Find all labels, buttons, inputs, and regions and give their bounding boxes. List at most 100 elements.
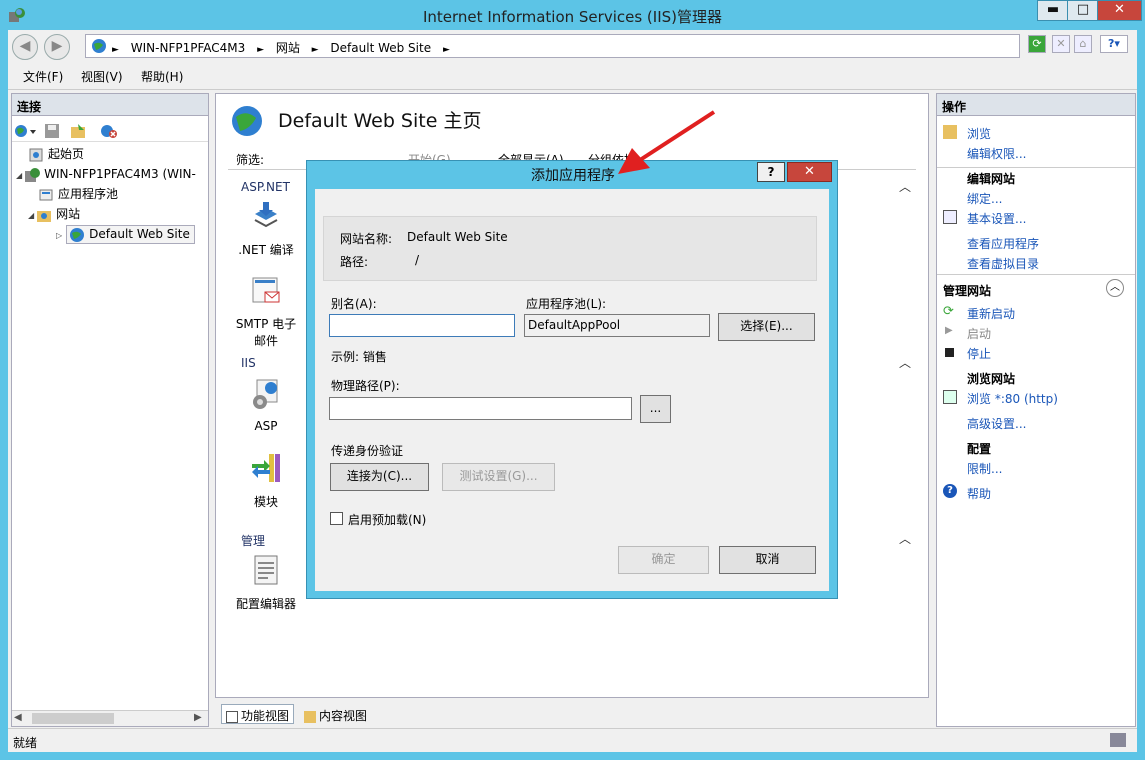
action-basic-settings[interactable]: 基本设置... [967, 210, 1026, 227]
view-tabs: 功能视图 内容视图 [215, 702, 929, 726]
address-segment-site[interactable]: Default Web Site [330, 41, 431, 55]
site-name-value: Default Web Site [407, 230, 508, 244]
action-limits[interactable]: 限制... [967, 460, 1002, 477]
tab-content-view[interactable]: 内容视图 [299, 704, 372, 724]
help-icon[interactable]: ?▾ [1100, 35, 1128, 53]
save-icon[interactable] [44, 123, 60, 139]
action-bindings[interactable]: 绑定... [967, 190, 1002, 207]
feature-net-compile[interactable]: .NET 编译 [226, 200, 306, 258]
tree-item-default-web-site[interactable]: ▷ Default Web Site [16, 224, 196, 244]
select-pool-button[interactable]: 选择(E)... [718, 313, 815, 341]
collapse-iis-icon[interactable]: ︿ [899, 354, 911, 371]
tree-hscrollbar[interactable]: ◀ ▶ [12, 710, 208, 726]
refresh-icon[interactable]: ⟳ [1028, 35, 1046, 53]
config-editor-icon [254, 555, 278, 585]
address-separator: ► [311, 45, 319, 55]
tree-label: WIN-NFP1PFAC4M3 (WIN- [44, 167, 196, 181]
scroll-right-icon[interactable]: ▶ [194, 712, 202, 723]
feature-config-editor[interactable]: 配置编辑器 [226, 554, 306, 612]
connections-header: 连接 [12, 94, 208, 116]
physical-path-input[interactable] [329, 397, 632, 420]
section-divider [937, 274, 1135, 275]
minimize-button[interactable]: ▬ [1037, 0, 1069, 21]
globe-icon [92, 39, 106, 53]
tree-item-sites[interactable]: ◢ 网站 [16, 204, 196, 224]
feature-modules[interactable]: 模块 [226, 452, 306, 510]
section-configure: 配置 [967, 442, 992, 456]
status-text: 就绪 [13, 736, 38, 750]
connect-as-button[interactable]: 连接为(C)... [330, 463, 429, 491]
asp-icon [253, 379, 278, 409]
website-globe-icon [70, 227, 85, 242]
action-view-applications[interactable]: 查看应用程序 [967, 235, 1039, 252]
feature-label: SMTP 电子 邮件 [235, 317, 297, 348]
alias-input[interactable] [329, 314, 515, 337]
content-view-icon [304, 710, 316, 723]
tree-item-app-pools[interactable]: 应用程序池 [16, 184, 196, 204]
menu-view[interactable]: 视图(V) [81, 68, 123, 85]
ok-button: 确定 [618, 546, 709, 574]
dialog-help-button[interactable]: ? [757, 162, 785, 182]
alias-label: 别名(A): [331, 297, 377, 311]
browse-folder-icon [943, 125, 957, 139]
section-browse-site: 浏览网站 [967, 372, 1016, 386]
forward-arrow-icon: ▶ [51, 38, 63, 54]
tree-item-start-page[interactable]: 起始页 [16, 144, 196, 164]
network-status-icon [1110, 733, 1126, 747]
collapse-manage-site-icon[interactable]: ︿ [1106, 279, 1124, 297]
back-button[interactable]: ◀ [12, 34, 38, 60]
menu-bar: 文件(F) 视图(V) 帮助(H) [8, 62, 1137, 90]
action-browse-80[interactable]: 浏览 *:80 (http) [967, 390, 1058, 407]
add-site-icon[interactable] [70, 123, 86, 139]
tree-label: 应用程序池 [58, 187, 119, 201]
action-edit-permissions[interactable]: 编辑权限... [967, 145, 1026, 162]
collapse-manage-icon[interactable]: ︿ [899, 530, 911, 547]
address-bar[interactable]: ► WIN-NFP1PFAC4M3 ► 网站 ► Default Web Sit… [85, 34, 1020, 58]
dialog-close-button[interactable]: ✕ [787, 162, 832, 182]
action-stop[interactable]: 停止 [967, 345, 991, 362]
server-icon [25, 167, 41, 182]
close-button[interactable]: ✕ [1097, 0, 1142, 21]
browse-path-button[interactable]: ... [640, 395, 671, 423]
connections-tree: 起始页 ◢ WIN-NFP1PFAC4M3 (WIN- 应用程序池 ◢ 网站 ▷ De… [16, 144, 196, 244]
title-bar: Internet Information Services (IIS)管理器 ▬… [0, 0, 1145, 30]
basic-settings-icon [943, 210, 957, 224]
start-page-icon [29, 148, 43, 161]
address-segment-sites[interactable]: 网站 [276, 41, 300, 55]
cancel-button[interactable]: 取消 [719, 546, 816, 574]
stop-icon[interactable]: ✕ [1052, 35, 1070, 53]
app-pool-value: DefaultAppPool [528, 318, 621, 332]
annotation-arrow [618, 110, 716, 174]
action-view-virtual-dirs[interactable]: 查看虚拟目录 [967, 255, 1039, 272]
tree-item-server[interactable]: ◢ WIN-NFP1PFAC4M3 (WIN- [16, 164, 196, 184]
section-manage-site: 管理网站 [943, 284, 992, 298]
action-restart[interactable]: 重新启动 [967, 305, 1015, 322]
action-row: 浏览 [943, 124, 1131, 144]
preload-label[interactable]: 启用预加载(N) [348, 511, 426, 528]
feature-smtp-email[interactable]: SMTP 电子 邮件 [226, 274, 306, 349]
action-browse[interactable]: 浏览 [967, 125, 991, 142]
add-application-dialog: 添加应用程序 ? ✕ 网站名称: Default Web Site 路径: / … [306, 160, 838, 599]
website-globe-icon [232, 106, 262, 136]
app-pool-field: DefaultAppPool [524, 314, 710, 337]
maximize-button[interactable]: □ [1067, 0, 1099, 21]
status-bar: 就绪 [8, 728, 1137, 752]
feature-asp[interactable]: ASP [226, 378, 306, 433]
tab-features-view[interactable]: 功能视图 [221, 704, 295, 724]
address-segment-server[interactable]: WIN-NFP1PFAC4M3 [131, 41, 246, 55]
action-advanced-settings[interactable]: 高级设置... [967, 415, 1026, 432]
scroll-thumb[interactable] [32, 713, 114, 724]
collapse-aspnet-icon[interactable]: ︿ [899, 178, 911, 195]
forward-button[interactable]: ▶ [44, 34, 70, 60]
home-icon[interactable]: ⌂ [1074, 35, 1092, 53]
preload-checkbox[interactable] [330, 512, 343, 525]
connect-globe-icon[interactable] [14, 123, 38, 139]
menu-file[interactable]: 文件(F) [23, 68, 63, 85]
window-title: Internet Information Services (IIS)管理器 [422, 8, 723, 26]
group-aspnet: ASP.NET [241, 180, 290, 194]
scroll-left-icon[interactable]: ◀ [14, 712, 22, 723]
menu-help[interactable]: 帮助(H) [141, 68, 183, 85]
action-help[interactable]: 帮助 [967, 485, 991, 502]
collapse-arrow-icon: ▷ [56, 231, 63, 240]
disconnect-icon[interactable] [100, 123, 118, 139]
